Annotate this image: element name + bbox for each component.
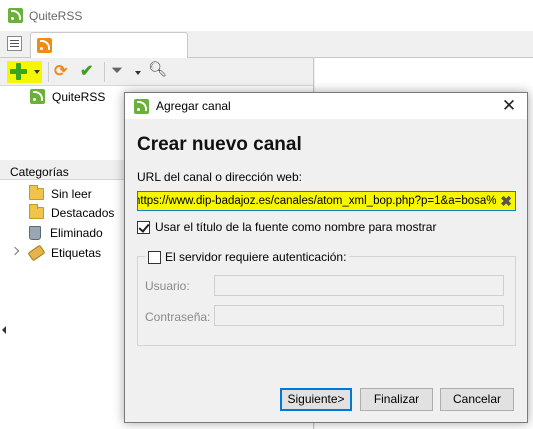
tag-icon — [27, 244, 46, 262]
password-input[interactable] — [214, 305, 504, 326]
chevron-down-icon[interactable] — [34, 70, 40, 74]
next-button[interactable]: Siguiente> — [280, 388, 352, 411]
url-label: URL del canal o dirección web: — [137, 170, 302, 184]
refresh-icon[interactable]: ⟳ — [54, 63, 67, 81]
quiterss-logo-icon — [134, 98, 149, 114]
use-title-checkbox[interactable] — [137, 220, 150, 234]
plus-icon — [10, 63, 27, 80]
finish-button[interactable]: Finalizar — [360, 388, 433, 411]
auth-checkbox[interactable] — [148, 250, 161, 264]
chevron-right-icon[interactable] — [10, 246, 20, 256]
category-item-deleted[interactable]: Eliminado — [29, 224, 103, 242]
cancel-button[interactable]: Cancelar — [440, 388, 514, 411]
category-item-starred[interactable]: Destacados — [29, 204, 114, 222]
use-title-option[interactable]: Usar el título de la fuente como nombre … — [137, 220, 436, 234]
starred-folder-icon — [29, 204, 44, 219]
dialog-heading: Crear nuevo canal — [137, 134, 302, 155]
category-label: Etiquetas — [51, 246, 102, 260]
trash-icon — [29, 226, 41, 240]
auth-label: El servidor requiere autenticación: — [165, 250, 347, 264]
rss-feed-icon — [30, 89, 45, 104]
user-label: Usuario: — [145, 279, 190, 293]
url-input-value: https://www.dip-badajoz.es/canales/atom_… — [137, 195, 497, 207]
add-feed-dialog: Agregar canal ✕ Crear nuevo canal URL de… — [124, 92, 528, 423]
url-input[interactable]: https://www.dip-badajoz.es/canales/atom_… — [137, 191, 516, 211]
chevron-down-icon[interactable] — [135, 71, 141, 75]
main-menu-icon[interactable] — [7, 36, 22, 51]
close-icon[interactable]: ✕ — [499, 96, 519, 116]
category-label: Destacados — [51, 206, 115, 220]
tab-feeds[interactable] — [30, 32, 188, 59]
dialog-titlebar: Agregar canal ✕ — [125, 93, 527, 119]
tab-strip — [0, 31, 533, 59]
filter-icon[interactable]: ⏷ — [111, 62, 123, 80]
password-label: Contraseña: — [145, 310, 211, 324]
category-label: Eliminado — [50, 226, 103, 240]
toolbar-divider — [104, 62, 105, 82]
use-title-label: Usar el título de la fuente como nombre … — [155, 220, 437, 234]
mark-read-check-icon[interactable]: ✔ — [80, 63, 93, 81]
category-item-unread[interactable]: Sin leer — [29, 185, 92, 203]
rss-feed-icon — [37, 38, 52, 53]
quiterss-logo-icon — [8, 8, 23, 23]
collapse-panel-icon[interactable] — [2, 326, 6, 334]
app-title: QuiteRSS — [29, 8, 83, 23]
category-label: Sin leer — [51, 187, 92, 201]
add-feed-button[interactable] — [7, 61, 42, 83]
category-item-labels[interactable]: Etiquetas — [27, 244, 102, 262]
auth-groupbox — [137, 256, 516, 346]
feed-item-label: QuiteRSS — [52, 89, 106, 104]
clear-url-icon[interactable]: ✖ — [500, 192, 512, 210]
unread-folder-icon — [29, 185, 44, 200]
search-icon[interactable]: 🔍︎ — [148, 61, 167, 79]
toolbar-divider — [48, 62, 49, 82]
dialog-title: Agregar canal — [156, 99, 231, 113]
user-input[interactable] — [214, 275, 504, 296]
auth-option[interactable]: El servidor requiere autenticación: — [145, 250, 350, 264]
app-titlebar: QuiteRSS — [0, 0, 533, 31]
feed-item[interactable]: QuiteRSS — [30, 89, 105, 104]
feeds-toolbar: ⟳ ✔ ⏷ 🔍︎ — [0, 58, 314, 86]
